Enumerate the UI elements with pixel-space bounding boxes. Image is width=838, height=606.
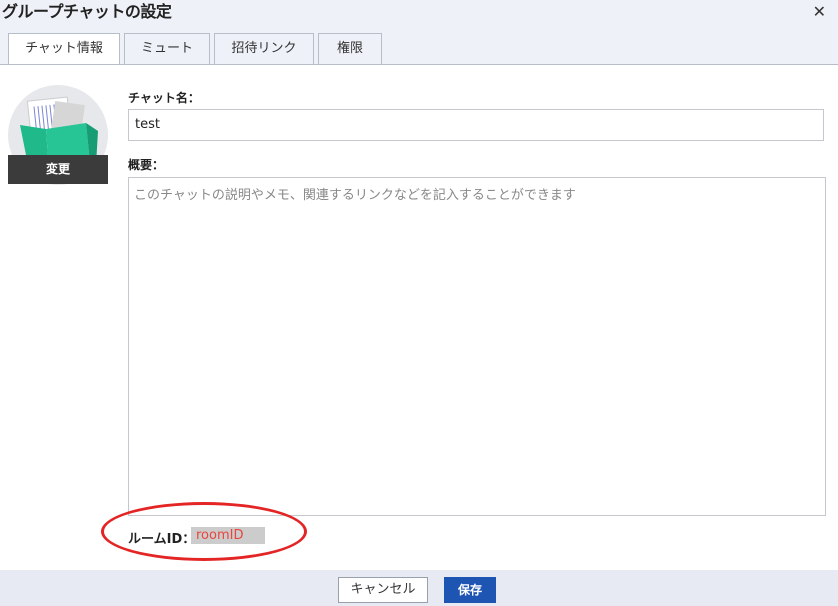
cancel-button[interactable]: キャンセル	[338, 577, 428, 603]
summary-textarea[interactable]: このチャットの説明やメモ、関連するリンクなどを記入することができます	[128, 177, 826, 516]
change-avatar-button[interactable]: 変更	[8, 155, 108, 184]
highlight-ellipse	[101, 502, 307, 561]
summary-label: 概要：	[128, 158, 165, 172]
tab-invite-link[interactable]: 招待リンク	[214, 33, 314, 64]
tab-chat-info[interactable]: チャット情報	[8, 33, 120, 66]
chat-name-input[interactable]: test	[128, 109, 824, 141]
tab-mute[interactable]: ミュート	[124, 33, 210, 64]
close-icon[interactable]: ✕	[813, 2, 826, 21]
dialog-title: グループチャットの設定	[2, 2, 172, 21]
tab-permissions[interactable]: 権限	[318, 33, 382, 64]
chat-name-label: チャット名：	[128, 91, 200, 105]
save-button[interactable]: 保存	[444, 577, 496, 603]
